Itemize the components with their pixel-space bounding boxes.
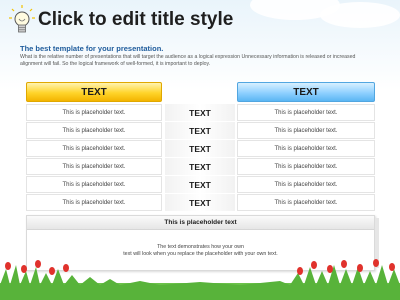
middle-cell: TEXT [165, 158, 235, 175]
cloud [320, 2, 400, 28]
right-cell: This is placeholder text. [237, 104, 375, 121]
left-cell: This is placeholder text. [26, 140, 162, 157]
left-cell: This is placeholder text. [26, 122, 162, 139]
middle-cell: TEXT [165, 122, 235, 139]
slide-subtitle: The best template for your presentation. [20, 44, 164, 53]
right-cell: This is placeholder text. [237, 194, 375, 211]
right-cell: This is placeholder text. [237, 158, 375, 175]
right-cell: This is placeholder text. [237, 176, 375, 193]
tulip-grass-decoration [0, 259, 400, 300]
left-cell: This is placeholder text. [26, 158, 162, 175]
left-cell: This is placeholder text. [26, 176, 162, 193]
right-cell: This is placeholder text. [237, 122, 375, 139]
left-cell: This is placeholder text. [26, 194, 162, 211]
lightbulb-icon [9, 5, 35, 33]
slide-title[interactable]: Click to edit title style [38, 9, 233, 31]
footer-line: The text demonstrates how your own [157, 244, 244, 250]
middle-cell: TEXT [165, 194, 235, 211]
footer-title: This is placeholder text [27, 216, 374, 230]
left-column-header: TEXT [26, 82, 162, 102]
right-cell: This is placeholder text. [237, 140, 375, 157]
left-cell: This is placeholder text. [26, 104, 162, 121]
footer-body: The text demonstrates how your own text … [27, 230, 374, 258]
middle-cell: TEXT [165, 104, 235, 121]
middle-cell: TEXT [165, 176, 235, 193]
middle-cell: TEXT [165, 140, 235, 157]
right-column-header: TEXT [237, 82, 375, 102]
slide-description: What is the relative number of presentat… [20, 54, 356, 67]
